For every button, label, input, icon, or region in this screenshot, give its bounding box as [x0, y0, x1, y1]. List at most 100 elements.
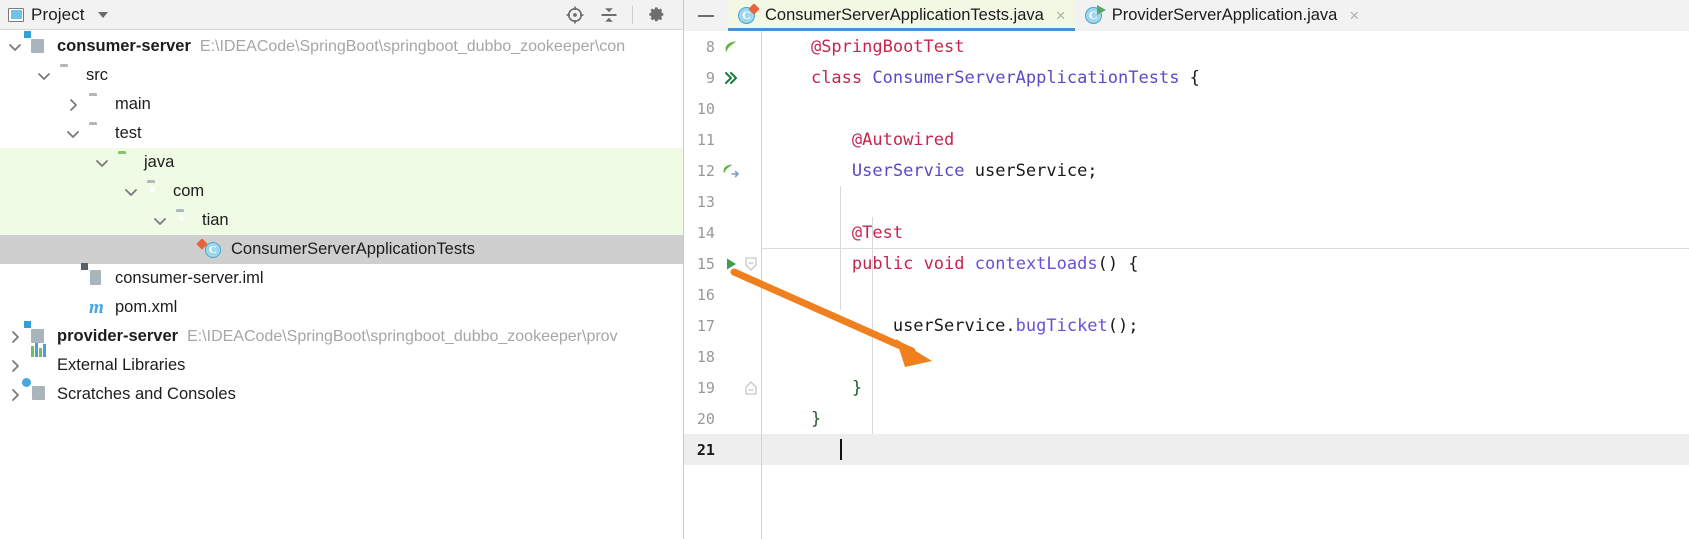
code-line[interactable] — [762, 341, 1689, 372]
editor-gutter[interactable]: 8 9 10 11 12 13 14 15 16 17 18 19 20 21 — [684, 31, 762, 539]
code-token: void — [923, 253, 965, 274]
gutter-line[interactable]: 17 — [684, 310, 761, 341]
code-line[interactable]: userService. bugTicket (); — [762, 310, 1689, 341]
code-token: { — [1179, 67, 1200, 88]
fold-close-icon[interactable] — [741, 372, 761, 403]
gutter-line[interactable]: 11 — [684, 124, 761, 155]
project-title-group[interactable]: Project — [8, 5, 108, 25]
spring-bean-leaf-icon[interactable] — [721, 31, 741, 62]
gutter-line[interactable]: 14 — [684, 217, 761, 248]
tree-item-tian[interactable]: tian — [0, 206, 683, 235]
spring-bean-autowired-icon[interactable] — [721, 155, 741, 186]
fold-slot — [741, 434, 761, 465]
code-line[interactable]: public void contextLoads() { — [762, 248, 1689, 279]
code-token: } — [810, 408, 822, 429]
gutter-line[interactable]: 18 — [684, 341, 761, 372]
gutter-icon-slot — [721, 341, 741, 372]
editor-tab-1[interactable]: C ConsumerServerApplicationTests.java × — [728, 0, 1075, 31]
tree-item-java[interactable]: java — [0, 148, 683, 177]
chevron-right-icon[interactable] — [6, 351, 24, 380]
code-area[interactable]: @SpringBootTest class ConsumerServerAppl… — [762, 31, 1689, 539]
tree-item-main[interactable]: main — [0, 90, 683, 119]
code-line[interactable] — [762, 434, 1689, 465]
code-line[interactable]: UserService userService; — [762, 155, 1689, 186]
chevron-down-icon[interactable] — [93, 148, 111, 177]
fold-slot — [741, 341, 761, 372]
gutter-line[interactable]: 8 — [684, 31, 761, 62]
fold-open-icon[interactable] — [741, 248, 761, 279]
close-icon[interactable]: × — [1349, 7, 1359, 24]
line-number: 10 — [696, 99, 715, 118]
code-token: class — [810, 67, 863, 88]
fold-slot — [741, 31, 761, 62]
gutter-line[interactable]: 20 — [684, 403, 761, 434]
gutter-icon-slot — [721, 279, 741, 310]
fold-region-start-icon[interactable] — [744, 256, 758, 272]
gutter-line[interactable]: 16 — [684, 279, 761, 310]
chevron-down-icon[interactable] — [151, 206, 169, 235]
code-token: userService. — [892, 315, 1016, 336]
java-test-class-icon: C — [738, 3, 760, 25]
tree-item-scratches-and-consoles[interactable]: Scratches and Consoles — [0, 378, 683, 409]
code-token: contextLoads — [974, 253, 1098, 274]
run-test-icon[interactable] — [721, 248, 741, 279]
code-line[interactable]: @Test — [762, 217, 1689, 248]
project-tool-window-header: Project — [0, 0, 683, 30]
settings-button[interactable] — [639, 1, 673, 29]
tree-item-external-libraries[interactable]: External Libraries — [0, 343, 683, 380]
gutter-line[interactable]: 21 — [684, 434, 761, 465]
gutter-line[interactable]: 10 — [684, 93, 761, 124]
tree-item-path: E:\IDEACode\SpringBoot\springboot_dubbo_… — [187, 327, 618, 345]
code-line[interactable]: } — [762, 372, 1689, 403]
chevron-right-icon[interactable] — [64, 90, 82, 119]
code-line[interactable]: @SpringBootTest — [762, 31, 1689, 62]
code-line[interactable] — [762, 279, 1689, 310]
tree-item-consumer-server-iml[interactable]: consumer-server.iml — [0, 264, 683, 293]
implementing-methods-icon[interactable] — [721, 62, 741, 93]
gutter-line[interactable]: 19 — [684, 372, 761, 403]
text-caret — [840, 439, 842, 460]
chevron-right-icon[interactable] — [6, 322, 24, 351]
editor-tab-2[interactable]: C ProviderServerApplication.java × — [1075, 0, 1369, 31]
gutter-line[interactable]: 9 — [684, 62, 761, 93]
tree-item-provider-server[interactable]: provider-server E:\IDEACode\SpringBoot\sp… — [0, 322, 683, 351]
fold-slot — [741, 279, 761, 310]
project-tree[interactable]: consumer-server E:\IDEACode\SpringBoot\sp… — [0, 30, 683, 409]
gutter-line[interactable]: 15 — [684, 248, 761, 279]
gutter-line[interactable]: 12 — [684, 155, 761, 186]
tree-twisty-spacer — [64, 293, 82, 322]
tree-item-test[interactable]: test — [0, 119, 683, 148]
code-line[interactable] — [762, 186, 1689, 217]
select-opened-file-button[interactable] — [558, 1, 592, 29]
gutter-line[interactable]: 13 — [684, 186, 761, 217]
tree-item-consumerserverapplicationtests[interactable]: C ConsumerServerApplicationTests — [0, 235, 683, 264]
tree-item-com[interactable]: com — [0, 177, 683, 206]
tree-item-consumer-server[interactable]: consumer-server E:\IDEACode\SpringBoot\sp… — [0, 32, 683, 61]
line-number: 17 — [696, 316, 715, 335]
chevron-down-icon[interactable] — [35, 61, 53, 90]
chevron-down-icon[interactable] — [6, 32, 24, 61]
code-token: public — [851, 253, 914, 274]
chevron-down-icon[interactable] — [122, 177, 140, 206]
hide-editor-button[interactable] — [684, 0, 728, 31]
tree-item-pom-xml[interactable]: m pom.xml — [0, 293, 683, 322]
folder-icon — [60, 67, 79, 84]
chevron-down-icon[interactable] — [64, 119, 82, 148]
code-line[interactable] — [762, 93, 1689, 124]
code-line[interactable]: @Autowired — [762, 124, 1689, 155]
close-icon[interactable]: × — [1056, 7, 1066, 24]
code-line[interactable]: } — [762, 403, 1689, 434]
chevron-down-icon[interactable] — [97, 11, 108, 18]
fold-region-end-icon[interactable] — [744, 380, 758, 396]
chevron-right-icon[interactable] — [6, 380, 24, 409]
collapse-all-button[interactable] — [592, 1, 626, 29]
gear-icon — [649, 6, 664, 21]
tree-item-src[interactable]: src — [0, 61, 683, 90]
code-line[interactable]: class ConsumerServerApplicationTests { — [762, 62, 1689, 93]
spring-bean-autowired-icon — [723, 164, 739, 177]
editor-tab-label: ConsumerServerApplicationTests.java — [765, 6, 1044, 24]
gutter-icon-slot — [721, 372, 741, 403]
